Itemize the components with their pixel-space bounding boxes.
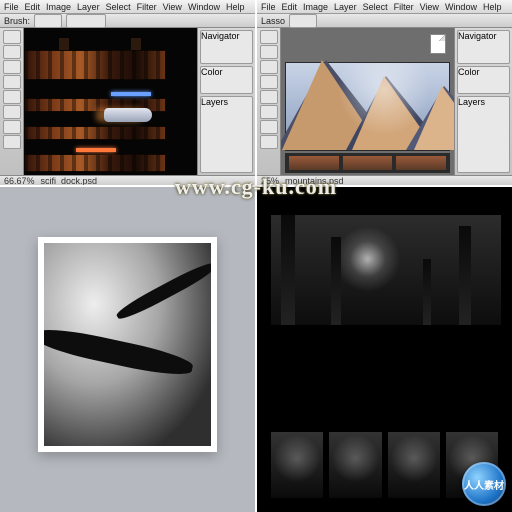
feather-input[interactable] <box>289 14 317 28</box>
status-bar: 25% mountains.psd <box>257 175 512 185</box>
reference-thumb[interactable] <box>289 156 339 170</box>
photoshop-window-scifi: File Edit Image Layer Select Filter View… <box>0 0 255 185</box>
artwork-mountains <box>285 62 450 151</box>
workspace: Navigator Color Layers <box>257 28 512 175</box>
hand-tool-icon[interactable] <box>260 120 278 134</box>
menu-file[interactable]: File <box>4 2 19 12</box>
menu-view[interactable]: View <box>163 2 182 12</box>
composition-thumb[interactable] <box>329 432 381 498</box>
artwork-forest-large <box>271 215 501 325</box>
menu-select[interactable]: Select <box>106 2 131 12</box>
document-name: scifi_dock.psd <box>41 176 98 186</box>
tools-panel <box>257 28 281 175</box>
move-tool-icon[interactable] <box>260 30 278 44</box>
canvas[interactable] <box>281 28 454 175</box>
options-label: Lasso <box>261 16 285 26</box>
marquee-tool-icon[interactable] <box>3 45 21 59</box>
reference-thumb[interactable] <box>343 156 393 170</box>
menu-help[interactable]: Help <box>226 2 245 12</box>
color-panel[interactable]: Color <box>457 66 510 94</box>
layers-panel[interactable]: Layers <box>457 96 510 173</box>
menu-image[interactable]: Image <box>46 2 71 12</box>
zoom-tool-icon[interactable] <box>3 135 21 149</box>
navigator-panel[interactable]: Navigator <box>457 30 510 64</box>
spaceship-shape <box>104 108 152 122</box>
options-label: Brush: <box>4 16 30 26</box>
menu-image[interactable]: Image <box>303 2 328 12</box>
menu-layer[interactable]: Layer <box>334 2 357 12</box>
navigator-panel[interactable]: Navigator <box>200 30 253 64</box>
menu-help[interactable]: Help <box>483 2 502 12</box>
artwork-frame <box>38 237 217 452</box>
reference-thumb[interactable] <box>396 156 446 170</box>
menu-bar: File Edit Image Layer Select Filter View… <box>0 0 255 14</box>
gradient-tool-icon[interactable] <box>260 105 278 119</box>
composition-thumb[interactable] <box>388 432 440 498</box>
menu-file[interactable]: File <box>261 2 276 12</box>
menu-edit[interactable]: Edit <box>25 2 41 12</box>
composition-thumb[interactable] <box>271 432 323 498</box>
status-bar: 66.67% scifi_dock.psd <box>0 175 255 185</box>
brush-size-slider[interactable] <box>66 14 106 28</box>
presentation-slide-forest-study <box>0 187 255 512</box>
brush-tool-icon[interactable] <box>260 75 278 89</box>
eraser-tool-icon[interactable] <box>3 105 21 119</box>
panels-dock: Navigator Color Layers <box>197 28 255 175</box>
marquee-tool-icon[interactable] <box>260 45 278 59</box>
psd-file-icon[interactable] <box>430 34 446 54</box>
menu-window[interactable]: Window <box>445 2 477 12</box>
eyedropper-tool-icon[interactable] <box>3 120 21 134</box>
menu-select[interactable]: Select <box>363 2 388 12</box>
brush-preset-dropdown[interactable] <box>34 14 62 28</box>
brush-tool-icon[interactable] <box>3 90 21 104</box>
panels-dock: Navigator Color Layers <box>454 28 512 175</box>
zoom-level[interactable]: 25% <box>261 176 279 186</box>
color-panel[interactable]: Color <box>200 66 253 94</box>
crop-tool-icon[interactable] <box>3 75 21 89</box>
artwork-forest-greyscale <box>44 243 211 446</box>
canvas[interactable] <box>24 28 197 175</box>
lasso-tool-icon[interactable] <box>3 60 21 74</box>
menu-edit[interactable]: Edit <box>282 2 298 12</box>
zoom-level[interactable]: 66.67% <box>4 176 35 186</box>
layers-panel[interactable]: Layers <box>200 96 253 173</box>
reference-strip <box>285 153 450 173</box>
photoshop-window-mountains: File Edit Image Layer Select Filter View… <box>257 0 512 185</box>
menu-view[interactable]: View <box>420 2 439 12</box>
menu-filter[interactable]: Filter <box>137 2 157 12</box>
menu-bar: File Edit Image Layer Select Filter View… <box>257 0 512 14</box>
options-bar: Lasso <box>257 14 512 28</box>
clone-tool-icon[interactable] <box>260 90 278 104</box>
menu-layer[interactable]: Layer <box>77 2 100 12</box>
document-name: mountains.psd <box>285 176 344 186</box>
menu-filter[interactable]: Filter <box>394 2 414 12</box>
lasso-tool-icon[interactable] <box>260 60 278 74</box>
site-logo-icon: 人人素材 <box>462 462 506 506</box>
thumbnail-board: 人人素材 <box>257 187 512 512</box>
tools-panel <box>0 28 24 175</box>
options-bar: Brush: <box>0 14 255 28</box>
move-tool-icon[interactable] <box>3 30 21 44</box>
artwork-scifi-dock <box>24 28 197 175</box>
workspace: Navigator Color Layers <box>0 28 255 175</box>
zoom-tool-icon[interactable] <box>260 135 278 149</box>
menu-window[interactable]: Window <box>188 2 220 12</box>
